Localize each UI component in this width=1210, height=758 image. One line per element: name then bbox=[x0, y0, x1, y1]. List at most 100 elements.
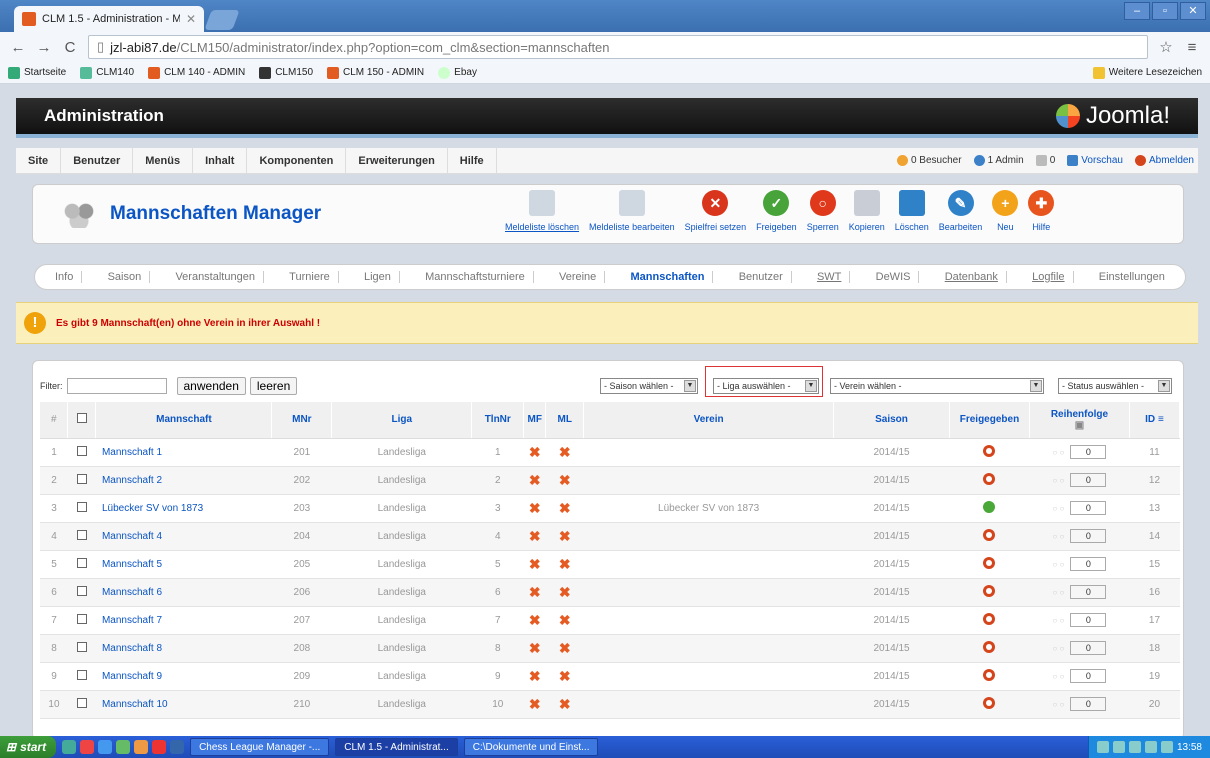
subnav-dewis[interactable]: DeWIS bbox=[868, 271, 920, 283]
other-bookmarks[interactable]: Weitere Lesezeichen bbox=[1092, 66, 1202, 79]
ml-cross-icon[interactable]: ✖ bbox=[559, 640, 571, 656]
ml-cell[interactable]: ✖ bbox=[545, 466, 584, 495]
browser-tab[interactable]: CLM 1.5 - Administration - Ma ✕ bbox=[14, 6, 204, 32]
minimize-icon[interactable]: – bbox=[1124, 2, 1150, 20]
spielfrei-button[interactable]: ✕ Spielfrei setzen bbox=[680, 190, 752, 232]
task-chess-league-manager[interactable]: Chess League Manager -... bbox=[190, 738, 330, 756]
row-checkbox[interactable] bbox=[76, 501, 87, 512]
apply-filter-button[interactable]: anwenden bbox=[176, 377, 246, 395]
clear-filter-button[interactable]: leeren bbox=[249, 377, 298, 395]
ml-cross-icon[interactable]: ✖ bbox=[559, 696, 571, 712]
team-name-link[interactable]: Mannschaft 10 bbox=[95, 690, 272, 719]
kopieren-button[interactable]: Kopieren bbox=[844, 190, 890, 232]
order-arrows-icon[interactable]: ○ ○ bbox=[1053, 532, 1065, 541]
ml-cell[interactable]: ✖ bbox=[545, 578, 584, 607]
unpublished-icon[interactable] bbox=[983, 528, 996, 541]
row-checkbox-cell[interactable] bbox=[67, 494, 96, 523]
order-input[interactable]: 0 bbox=[1070, 529, 1107, 543]
order-input[interactable]: 0 bbox=[1070, 669, 1107, 683]
team-name-link[interactable]: Mannschaft 4 bbox=[95, 522, 272, 551]
tray-icon[interactable] bbox=[1128, 741, 1141, 753]
ml-cell[interactable]: ✖ bbox=[545, 606, 584, 635]
mf-cell[interactable]: ✖ bbox=[523, 578, 546, 607]
ml-cross-icon[interactable]: ✖ bbox=[559, 500, 571, 516]
team-name-link[interactable]: Mannschaft 8 bbox=[95, 634, 272, 663]
row-checkbox-cell[interactable] bbox=[67, 634, 96, 663]
sperren-button[interactable]: ○ Sperren bbox=[802, 190, 844, 232]
order-arrows-icon[interactable]: ○ ○ bbox=[1053, 616, 1065, 625]
order-input[interactable]: 0 bbox=[1070, 557, 1107, 571]
subnav-veranstaltungen[interactable]: Veranstaltungen bbox=[167, 271, 264, 283]
menu-hilfe[interactable]: Hilfe bbox=[448, 148, 497, 173]
subnav-mannschaften[interactable]: Mannschaften bbox=[623, 271, 714, 283]
subnav-saison[interactable]: Saison bbox=[100, 271, 151, 283]
col-mannschaft[interactable]: Mannschaft bbox=[95, 402, 273, 439]
row-checkbox-cell[interactable] bbox=[67, 550, 96, 579]
subnav-turniere[interactable]: Turniere bbox=[281, 271, 339, 283]
mf-cross-icon[interactable]: ✖ bbox=[529, 612, 541, 628]
subnav-mannschaftsturniere[interactable]: Mannschaftsturniere bbox=[417, 271, 534, 283]
app-icon[interactable] bbox=[62, 740, 77, 754]
published-cell[interactable] bbox=[949, 438, 1030, 467]
bookmark-item[interactable]: CLM150 bbox=[259, 66, 313, 79]
published-check-icon[interactable] bbox=[983, 500, 996, 513]
preview-link[interactable]: Vorschau bbox=[1067, 155, 1123, 166]
forward-arrow-icon[interactable]: → bbox=[36, 39, 52, 56]
mf-cross-icon[interactable]: ✖ bbox=[529, 640, 541, 656]
mf-cell[interactable]: ✖ bbox=[523, 522, 546, 551]
app-icon[interactable] bbox=[116, 740, 131, 754]
opera-icon[interactable] bbox=[152, 740, 167, 754]
ml-cross-icon[interactable]: ✖ bbox=[559, 612, 571, 628]
unpublished-icon[interactable] bbox=[983, 612, 996, 625]
row-checkbox[interactable] bbox=[76, 473, 87, 484]
menu-erweiterungen[interactable]: Erweiterungen bbox=[346, 148, 448, 173]
ml-cell[interactable]: ✖ bbox=[545, 494, 584, 523]
team-name-link[interactable]: Mannschaft 6 bbox=[95, 578, 272, 607]
unpublished-icon[interactable] bbox=[983, 584, 996, 597]
published-cell[interactable] bbox=[949, 494, 1030, 523]
row-checkbox-cell[interactable] bbox=[67, 662, 96, 691]
row-checkbox-cell[interactable] bbox=[67, 606, 96, 635]
bookmark-item[interactable]: CLM140 bbox=[80, 66, 134, 79]
row-checkbox[interactable] bbox=[76, 641, 87, 652]
published-cell[interactable] bbox=[949, 578, 1030, 607]
team-name-link[interactable]: Mannschaft 9 bbox=[95, 662, 272, 691]
mf-cross-icon[interactable]: ✖ bbox=[529, 556, 541, 572]
bookmark-item[interactable]: Ebay bbox=[438, 66, 477, 79]
ml-cross-icon[interactable]: ✖ bbox=[559, 668, 571, 684]
col-tlnnr[interactable]: TlnNr bbox=[471, 402, 525, 439]
subnav-vereine[interactable]: Vereine bbox=[551, 271, 606, 283]
subnav-ligen[interactable]: Ligen bbox=[356, 271, 400, 283]
bookmark-item[interactable]: CLM 140 - ADMIN bbox=[148, 66, 245, 79]
order-input[interactable]: 0 bbox=[1070, 501, 1107, 515]
col-mnr[interactable]: MNr bbox=[271, 402, 333, 439]
row-checkbox-cell[interactable] bbox=[67, 690, 96, 719]
col-liga[interactable]: Liga bbox=[331, 402, 473, 439]
back-arrow-icon[interactable]: ← bbox=[10, 39, 26, 56]
bookmark-item[interactable]: Startseite bbox=[8, 66, 66, 79]
unpublished-icon[interactable] bbox=[983, 696, 996, 709]
order-input[interactable]: 0 bbox=[1070, 697, 1107, 711]
unpublished-icon[interactable] bbox=[983, 640, 996, 653]
row-checkbox-cell[interactable] bbox=[67, 578, 96, 607]
team-name-link[interactable]: Lübecker SV von 1873 bbox=[95, 494, 272, 523]
order-arrows-icon[interactable]: ○ ○ bbox=[1053, 672, 1065, 681]
select-all-checkbox[interactable] bbox=[76, 413, 87, 424]
row-checkbox[interactable] bbox=[76, 529, 87, 540]
mf-cell[interactable]: ✖ bbox=[523, 662, 546, 691]
col-id[interactable]: ID ≡ bbox=[1129, 402, 1181, 439]
maximize-icon[interactable]: ▫ bbox=[1152, 2, 1178, 20]
published-cell[interactable] bbox=[949, 466, 1030, 495]
published-cell[interactable] bbox=[949, 550, 1030, 579]
ie-icon[interactable] bbox=[98, 740, 113, 754]
order-input[interactable]: 0 bbox=[1070, 641, 1107, 655]
ml-cell[interactable]: ✖ bbox=[545, 662, 584, 691]
row-checkbox-cell[interactable] bbox=[67, 466, 96, 495]
bearbeiten-button[interactable]: ✎ Bearbeiten bbox=[934, 190, 988, 232]
close-tab-icon[interactable]: ✕ bbox=[186, 12, 196, 26]
mf-cell[interactable]: ✖ bbox=[523, 690, 546, 719]
mf-cross-icon[interactable]: ✖ bbox=[529, 444, 541, 460]
row-checkbox[interactable] bbox=[76, 697, 87, 708]
freigeben-button[interactable]: ✓ Freigeben bbox=[751, 190, 802, 232]
row-checkbox-cell[interactable] bbox=[67, 438, 96, 467]
